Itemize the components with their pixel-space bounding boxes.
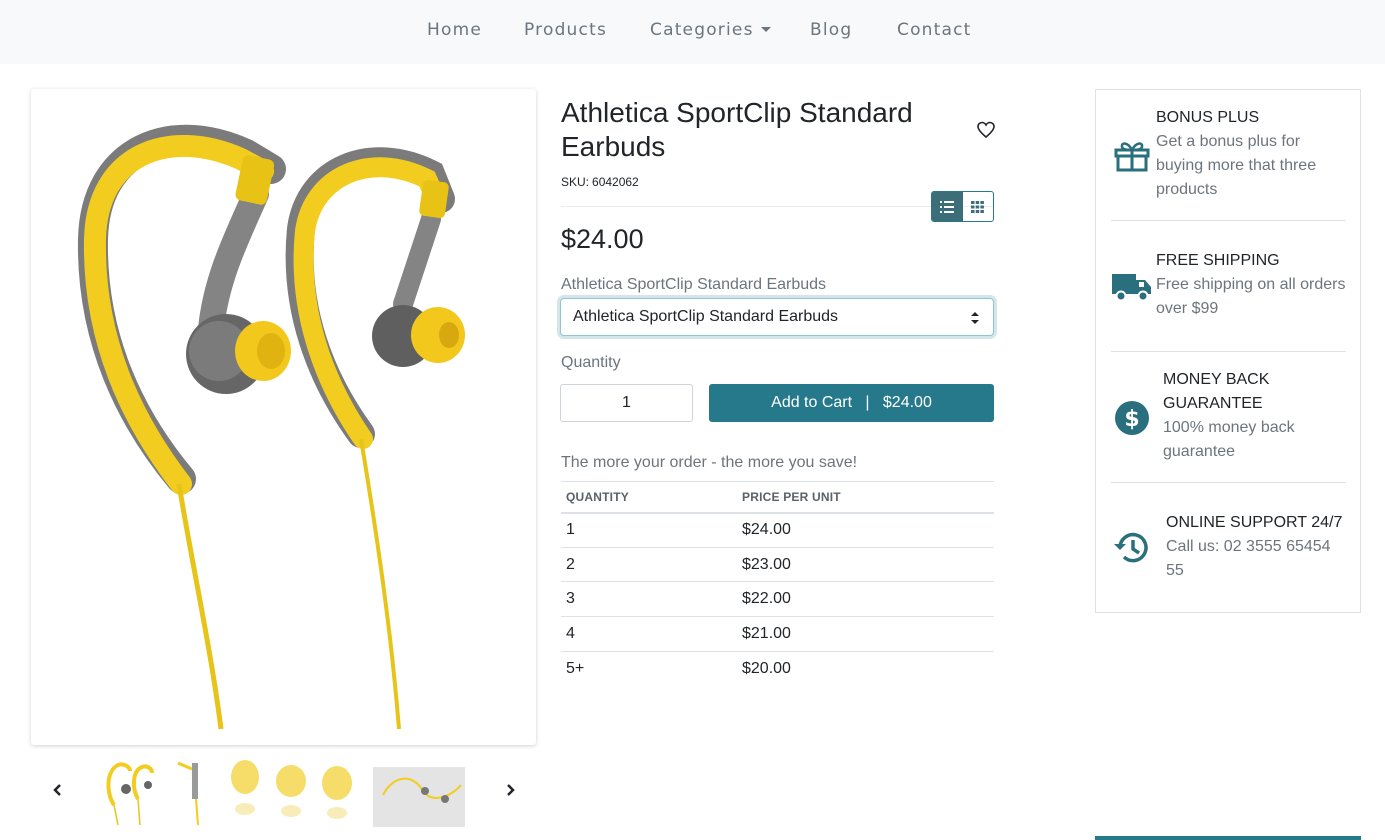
feature-title: ONLINE SUPPORT 24/7 [1166, 514, 1343, 531]
nav-contact[interactable]: Contact [897, 20, 972, 40]
variant-selected-value: Athletica SportClip Standard Earbuds [573, 308, 839, 325]
product-image-card[interactable] [31, 89, 536, 745]
tier-pricing-table: QUANTITY PRICE PER UNIT 1 $24.00 2 $23.00 … [561, 481, 994, 686]
feature-description: Get a bonus plus for buying more that th… [1156, 133, 1317, 198]
gift-icon [1114, 142, 1150, 172]
thumbnail-next-button[interactable] [502, 780, 518, 800]
tier-pricing-intro: The more your order - the more you save! [561, 454, 858, 471]
product-title: Athletica SportClip Standard Earbuds [561, 97, 913, 162]
quantity-input[interactable]: 1 [560, 384, 693, 422]
nav-categories-label: Categories [650, 20, 754, 40]
divider [561, 206, 994, 207]
divider [1111, 351, 1346, 352]
tier-qty: 2 [561, 547, 737, 583]
tier-price: $20.00 [742, 659, 791, 677]
table-row: 5+ $20.00 [561, 651, 994, 686]
nav-products[interactable]: Products [524, 20, 607, 40]
thumbnail-3[interactable] [225, 755, 360, 827]
thumbnail-prev-button[interactable] [50, 780, 66, 800]
tier-price: $22.00 [737, 581, 994, 618]
tier-price: $24.00 [737, 512, 994, 548]
divider [1111, 482, 1346, 483]
list-icon [940, 200, 955, 213]
earbuds-lifestyle-thumbnail-image [373, 767, 465, 827]
variant-label: Athletica SportClip Standard Earbuds [561, 276, 827, 293]
bottom-accent-bar [1095, 836, 1361, 840]
features-sidebar: BONUS PLUS Get a bonus plus for buying m… [1095, 89, 1361, 613]
svg-text:$: $ [1124, 407, 1139, 432]
price-column-header: PRICE PER UNIT [737, 481, 994, 514]
feature-description: Call us: 02 3555 65454 55 [1166, 538, 1331, 579]
tier-qty: 3 [561, 581, 737, 618]
dollar-circle-icon: $ [1115, 401, 1149, 435]
table-header-row: QUANTITY PRICE PER UNIT [561, 481, 994, 514]
view-toggle [931, 191, 994, 222]
nav-blog[interactable]: Blog [810, 20, 852, 40]
wishlist-button[interactable] [976, 120, 996, 140]
tier-qty: 1 [561, 512, 737, 548]
tier-price: $23.00 [737, 547, 994, 583]
product-sku: SKU: 6042062 [561, 175, 639, 189]
sku-label: SKU: [561, 175, 590, 189]
top-navbar: Home Products Categories Blog Contact [0, 0, 1385, 64]
grid-icon [971, 200, 985, 213]
chevron-right-icon [507, 784, 515, 796]
product-price: $24.00 [561, 224, 644, 254]
feature-title: MONEY BACK GUARANTEE [1163, 371, 1270, 412]
quantity-label: Quantity [561, 354, 621, 371]
thumbnail-4[interactable] [373, 755, 465, 827]
thumbnail-1[interactable] [100, 755, 160, 827]
tier-price: $21.00 [737, 616, 994, 652]
table-row: 4 $21.00 [561, 616, 994, 652]
divider [1111, 220, 1346, 221]
truck-icon [1112, 274, 1151, 302]
tier-qty: 4 [561, 616, 737, 652]
table-row: 3 $22.00 [561, 581, 994, 618]
tier-qty: 5+ [566, 659, 585, 677]
nav-categories[interactable]: Categories [650, 20, 771, 40]
eartips-thumbnail-image [231, 760, 352, 819]
chevron-left-icon [53, 784, 61, 796]
select-arrows-icon [971, 312, 979, 324]
add-to-cart-button[interactable]: Add to Cart | $24.00 [709, 384, 994, 422]
feature-title: FREE SHIPPING [1156, 252, 1280, 269]
feature-title: BONUS PLUS [1156, 109, 1260, 126]
thumbnail-2[interactable] [172, 755, 212, 827]
quantity-column-header: QUANTITY [561, 481, 737, 514]
caret-down-icon [760, 27, 771, 32]
earbuds-product-image [77, 124, 465, 730]
sku-value: 6042062 [592, 175, 639, 189]
history-clock-icon [1114, 532, 1148, 563]
heart-icon [977, 121, 995, 139]
table-row: 1 $24.00 [561, 512, 994, 548]
list-view-button[interactable] [932, 192, 963, 221]
feature-description: Free shipping on all orders over $99 [1156, 276, 1346, 317]
feature-description: 100% money back guarantee [1163, 419, 1295, 460]
table-row: 2 $23.00 [561, 547, 994, 583]
variant-select[interactable]: Athletica SportClip Standard Earbuds [560, 298, 994, 336]
earbuds-thumbnail-image [106, 762, 154, 826]
nav-home[interactable]: Home [427, 20, 482, 40]
earbud-side-thumbnail-image [177, 761, 199, 826]
grid-view-button[interactable] [963, 192, 994, 221]
